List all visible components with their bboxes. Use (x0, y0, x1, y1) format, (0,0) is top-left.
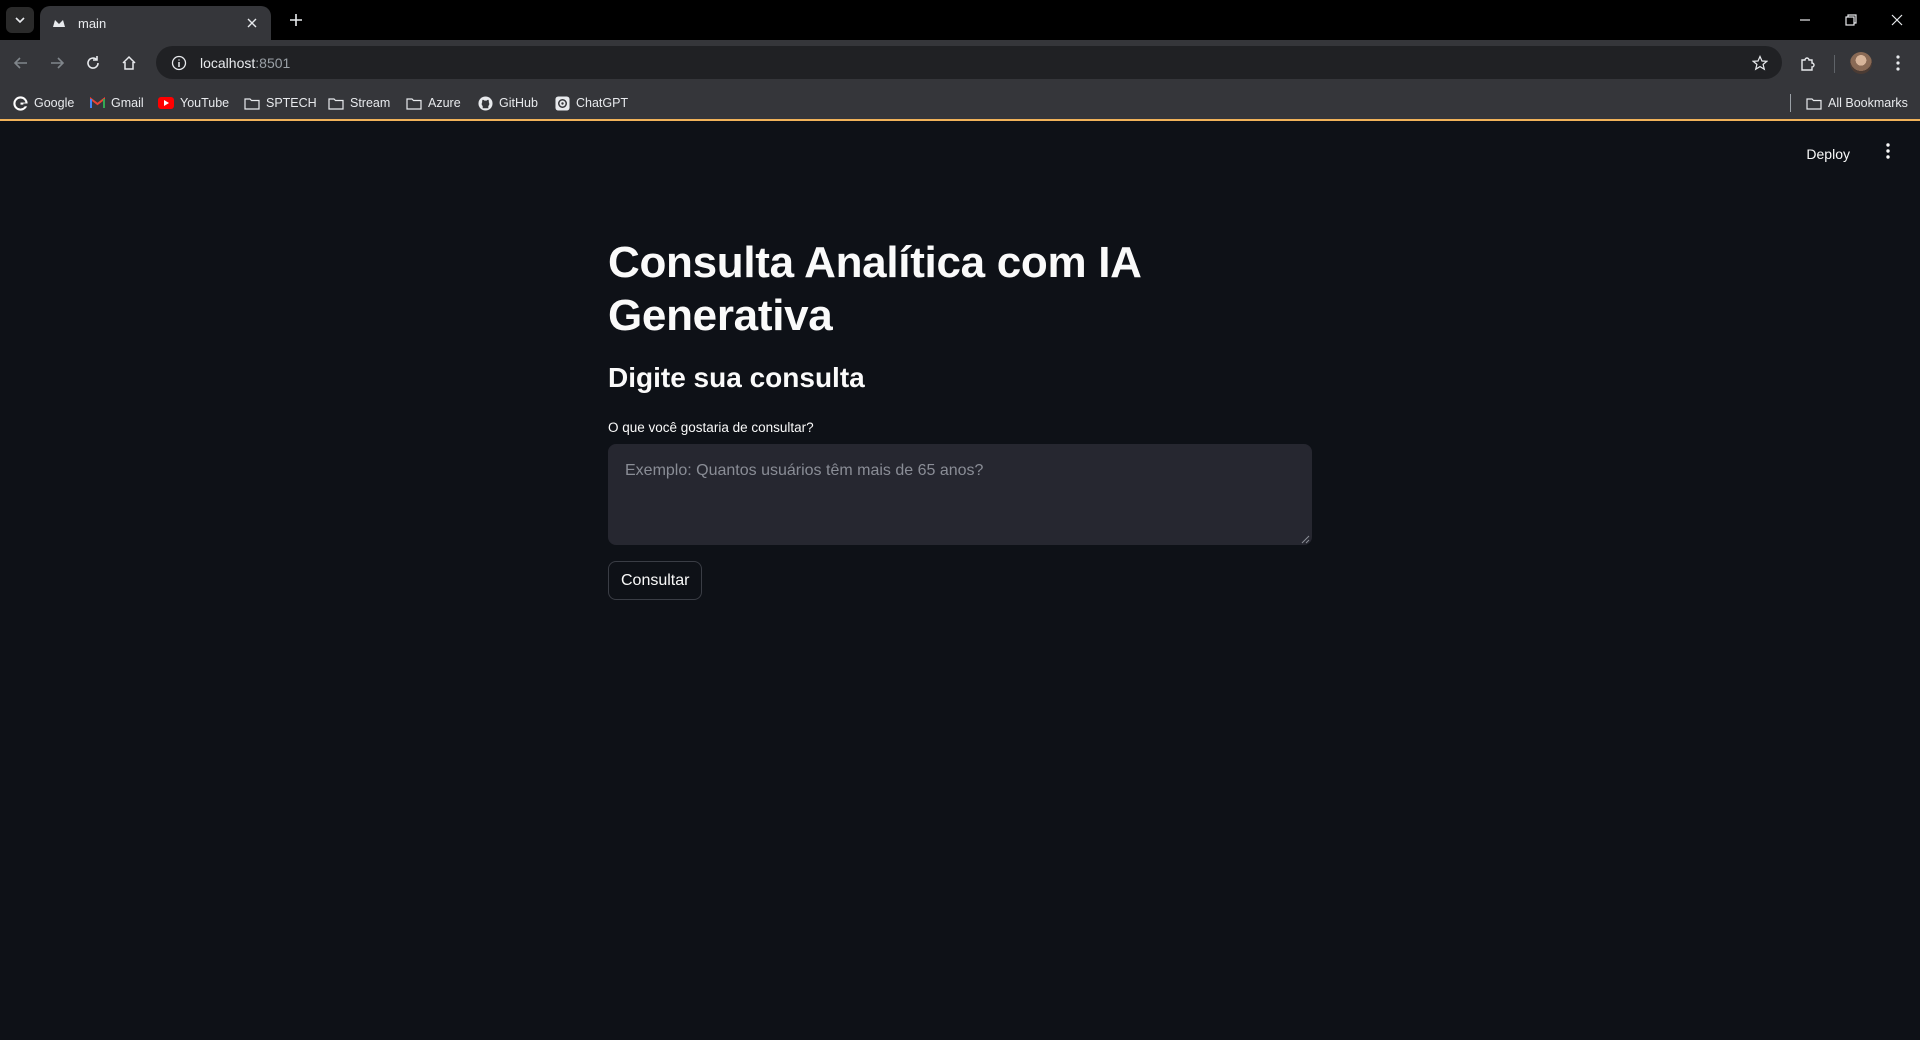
url-host: localhost (200, 54, 256, 71)
new-tab-button[interactable] (282, 8, 310, 32)
tab-search-button[interactable] (6, 7, 34, 33)
folder-icon (328, 95, 344, 111)
arrow-right-icon (51, 57, 65, 69)
browser-tab-active[interactable]: main (40, 6, 271, 40)
gmail-icon (89, 95, 105, 111)
close-icon (1891, 14, 1903, 26)
forward-button[interactable] (42, 48, 72, 78)
browser-toolbar: localhost:8501 (0, 40, 1920, 85)
address-bar[interactable]: localhost:8501 (156, 46, 1782, 79)
puzzle-icon (1801, 57, 1815, 71)
all-bookmarks-label: All Bookmarks (1828, 96, 1908, 110)
folder-icon (244, 95, 260, 111)
google-icon (12, 95, 28, 111)
query-input-label: O que você gostaria de consultar? (608, 420, 814, 435)
restore-button[interactable] (1828, 0, 1874, 40)
bookmark-label: GitHub (499, 96, 538, 110)
home-icon (122, 55, 136, 70)
youtube-icon (158, 95, 174, 111)
bookmark-gmail[interactable]: Gmail (89, 91, 144, 115)
more-vertical-icon (1886, 143, 1890, 159)
more-vertical-icon (1896, 55, 1900, 71)
url-port: :8501 (255, 54, 291, 71)
app-content: Deploy Consulta Analítica com IA Generat… (0, 122, 1920, 1040)
bookmark-label: SPTECH (266, 96, 317, 110)
avatar (1850, 52, 1872, 74)
bookmark-label: Gmail (111, 96, 144, 110)
chatgpt-icon (554, 95, 570, 111)
streamlit-favicon-icon (50, 14, 68, 32)
bookmark-label: Azure (428, 96, 461, 110)
query-textarea[interactable] (608, 444, 1312, 545)
folder-icon (406, 95, 422, 111)
bookmark-youtube[interactable]: YouTube (158, 91, 229, 115)
profile-button[interactable] (1846, 48, 1876, 78)
reload-button[interactable] (78, 48, 108, 78)
bookmark-label: Stream (350, 96, 391, 110)
bookmark-label: YouTube (180, 96, 230, 110)
reload-icon (87, 56, 99, 69)
bookmark-label: ChatGPT (576, 96, 629, 110)
bookmark-google[interactable]: Google (12, 91, 74, 115)
bookmark-star-icon[interactable] (1748, 51, 1772, 75)
extensions-button[interactable] (1793, 48, 1823, 78)
browser-menu-button[interactable] (1883, 48, 1913, 78)
home-button[interactable] (114, 48, 144, 78)
restore-icon (1845, 14, 1857, 26)
github-icon (477, 95, 493, 111)
all-bookmarks-button[interactable]: All Bookmarks (1806, 91, 1908, 115)
bookmarks-bar: Google Gmail YouTube SPTECH Stream Azure… (0, 85, 1920, 121)
close-tab-icon[interactable] (243, 14, 261, 32)
resize-handle-icon[interactable] (1298, 532, 1310, 544)
plus-icon (290, 14, 302, 26)
bookmark-github[interactable]: GitHub (477, 91, 538, 115)
bookmarks-divider (1790, 94, 1791, 112)
minimize-icon (1800, 19, 1810, 21)
bookmark-folder-azure[interactable]: Azure (406, 91, 461, 115)
consultar-button[interactable]: Consultar (608, 561, 703, 600)
close-window-button[interactable] (1874, 0, 1920, 40)
site-info-icon[interactable] (168, 52, 190, 74)
tab-title: main (78, 15, 107, 31)
folder-icon (1806, 95, 1822, 111)
section-subheader: Digite sua consulta (608, 362, 865, 393)
back-button[interactable] (6, 48, 36, 78)
bookmark-folder-sptech[interactable]: SPTECH (244, 91, 317, 115)
deploy-button[interactable]: Deploy (1802, 140, 1854, 168)
page-title: Consulta Analítica com IA Generativa (608, 238, 1140, 340)
bookmark-label: Google (34, 96, 75, 110)
bookmark-chatgpt[interactable]: ChatGPT (554, 91, 628, 115)
bookmark-folder-stream[interactable]: Stream (328, 91, 390, 115)
chevron-down-icon (15, 17, 25, 24)
app-menu-button[interactable] (1876, 138, 1900, 164)
browser-tab-strip: main (0, 0, 1920, 40)
toolbar-divider (1834, 55, 1835, 73)
minimize-button[interactable] (1782, 0, 1828, 40)
arrow-left-icon (13, 57, 27, 69)
